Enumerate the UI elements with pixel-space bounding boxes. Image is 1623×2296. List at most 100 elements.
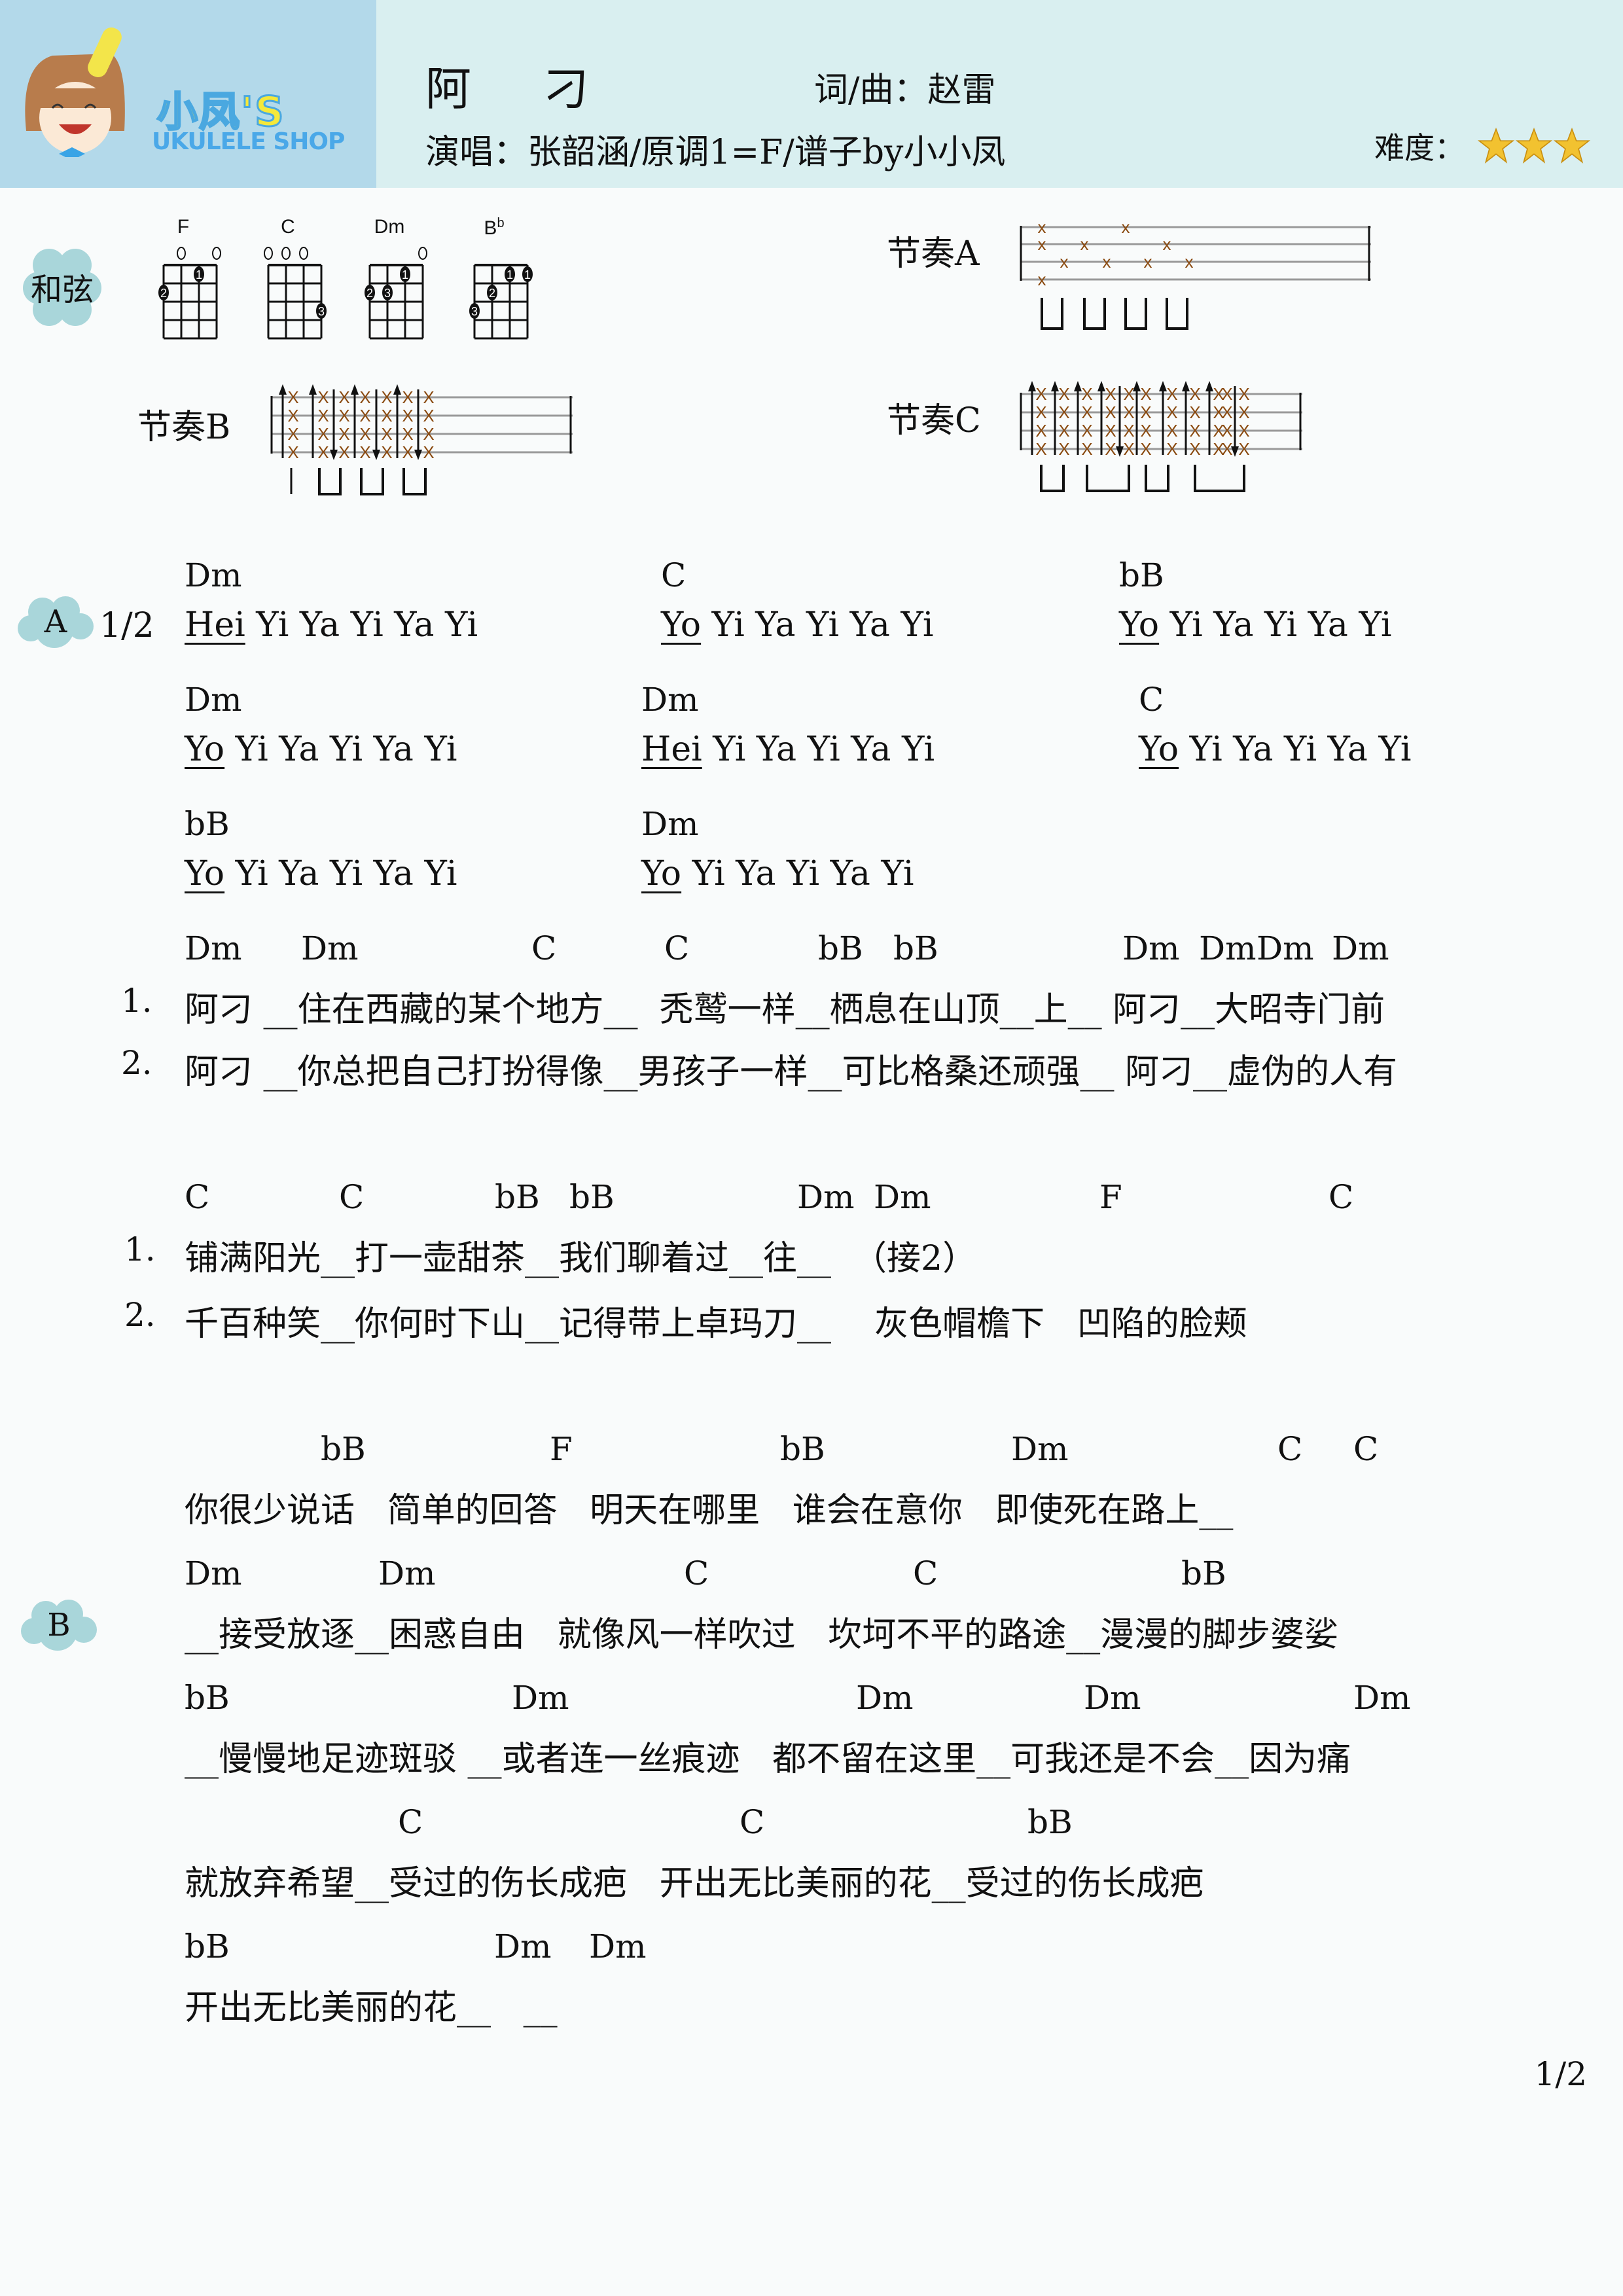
chord-symbol: bB <box>780 1430 825 1468</box>
chord-symbol: Dm <box>1199 929 1257 967</box>
rhythm-c-label: 节奏C <box>887 401 981 440</box>
lyric-underlined: Yo <box>185 854 225 893</box>
svg-text:1: 1 <box>507 268 513 281</box>
chord-symbol: C <box>684 1554 709 1592</box>
svg-text:X: X <box>1123 439 1134 459</box>
chord-name: Bb <box>484 216 505 239</box>
chord-diagram-c: 3 <box>264 247 327 340</box>
verse-number: 1. <box>121 982 152 1020</box>
shop-logo: 小凤'S UKULELE SHOP <box>0 0 376 188</box>
svg-text:X: X <box>1221 384 1232 404</box>
svg-text:X: X <box>1189 421 1200 440</box>
lyric-line: 铺满阳光__打一壶甜茶__我们聊着过__往__ （接2） <box>185 1239 977 1278</box>
svg-text:X: X <box>1238 421 1249 440</box>
svg-text:1: 1 <box>196 268 202 281</box>
svg-text:X: X <box>402 442 413 462</box>
page-number: 1/2 <box>1534 2055 1587 2093</box>
star-icon <box>1554 128 1590 164</box>
svg-text:X: X <box>1221 421 1232 440</box>
svg-text:X: X <box>1123 384 1134 404</box>
svg-text:X: X <box>1189 403 1200 422</box>
chord-symbol: bB <box>1181 1554 1226 1592</box>
svg-text:X: X <box>1105 421 1116 440</box>
svg-text:X: X <box>1105 439 1116 459</box>
svg-text:X: X <box>338 406 349 425</box>
chord-symbol: bB <box>185 805 230 843</box>
chord-symbol: bB <box>185 1928 230 1965</box>
svg-text:x: x <box>1060 252 1069 272</box>
chord-symbol: bB <box>893 929 938 967</box>
chord-name: C <box>281 216 295 238</box>
svg-text:X: X <box>287 442 298 462</box>
svg-text:X: X <box>1238 384 1249 404</box>
chord-symbol: Dm <box>797 1178 855 1216</box>
lyric-text: Yi Ya Yi Ya Yi <box>1179 730 1412 769</box>
svg-text:X: X <box>1140 439 1151 459</box>
svg-text:X: X <box>402 406 413 425</box>
svg-text:1: 1 <box>402 268 408 281</box>
chord-symbol: C <box>398 1803 423 1841</box>
svg-text:x: x <box>1185 252 1194 272</box>
section-a-letter: A <box>44 603 67 640</box>
svg-text:X: X <box>1140 421 1151 440</box>
svg-text:X: X <box>381 387 392 407</box>
chord-symbol: Dm <box>1257 929 1314 967</box>
svg-text:X: X <box>1123 403 1134 422</box>
chord-symbol: Dm <box>1011 1430 1069 1468</box>
svg-text:X: X <box>381 424 392 444</box>
svg-text:X: X <box>287 406 298 425</box>
chord-name: F <box>177 216 190 238</box>
lyric-segment: Yo Yi Ya Yi Ya Yi <box>185 854 457 893</box>
svg-text:X: X <box>381 406 392 425</box>
svg-text:X: X <box>381 442 392 462</box>
chord-name: Dm <box>374 216 405 238</box>
singer-key-info: 演唱：张韶涵/原调1=F/谱子by小小凤 <box>425 133 1006 172</box>
svg-text:3: 3 <box>384 287 391 300</box>
svg-text:X: X <box>359 406 370 425</box>
verse-number: 2. <box>124 1296 156 1334</box>
logo-girl-icon <box>25 27 125 157</box>
difficulty-stars <box>1478 128 1592 164</box>
lyric-line: 阿刁 __住在西藏的某个地方__ 秃鹫一样__栖息在山顶__上__ 阿刁__大昭… <box>185 990 1385 1030</box>
header: 小凤'S UKULELE SHOP 阿刁 词/曲：赵雷 演唱：张韶涵/原调1=F… <box>0 0 1623 188</box>
chords-label-text: 和弦 <box>30 271 94 308</box>
chord-symbol: C <box>740 1803 765 1841</box>
chord-symbol: C <box>1139 681 1164 719</box>
chord-symbol: F <box>550 1430 573 1468</box>
svg-text:X: X <box>1105 384 1116 404</box>
svg-text:X: X <box>402 387 413 407</box>
svg-text:X: X <box>1081 439 1092 459</box>
chord-diagram-f: 12 <box>158 247 221 340</box>
svg-text:2: 2 <box>366 287 373 300</box>
lyric-text: Yi Ya Yi Ya Yi <box>1159 605 1392 645</box>
svg-text:X: X <box>317 387 329 407</box>
lyric-text: Yi Ya Yi Ya Yi <box>224 730 457 769</box>
lyric-segment: Yo Yi Ya Yi Ya Yi <box>1139 730 1412 769</box>
svg-text:2: 2 <box>489 287 495 300</box>
chord-symbol: Dm <box>856 1679 914 1717</box>
section-a-marker: A <box>16 592 95 651</box>
chord-symbol: C <box>531 929 557 967</box>
chord-symbol: Dm <box>641 805 699 843</box>
lyric-text: Yi Ya Yi Ya Yi <box>702 730 935 769</box>
logo-text-en: UKULELE SHOP <box>152 128 345 155</box>
svg-text:1: 1 <box>524 268 531 281</box>
svg-text:X: X <box>1081 384 1092 404</box>
svg-text:X: X <box>1035 403 1046 422</box>
svg-text:x: x <box>1144 252 1152 272</box>
lyric-text: Yi Ya Yi Ya Yi <box>701 605 934 645</box>
svg-text:X: X <box>1081 403 1092 422</box>
lyric-underlined: Yo <box>1139 730 1179 769</box>
svg-text:X: X <box>317 406 329 425</box>
lyric-segment: Yo Yi Ya Yi Ya Yi <box>641 854 914 893</box>
svg-text:2: 2 <box>160 287 167 300</box>
chord-symbol: Dm <box>185 681 242 719</box>
svg-text:X: X <box>423 442 434 462</box>
chord-symbol: Dm <box>185 1554 242 1592</box>
svg-text:X: X <box>1221 403 1232 422</box>
svg-text:x: x <box>1122 217 1130 237</box>
rhythm-c-pattern: XXXXXXXXXXXXXXXXXXXXXXXXXXXXXXXXXXXXXXXX… <box>1020 381 1302 492</box>
svg-text:X: X <box>1166 403 1177 422</box>
svg-text:X: X <box>317 442 329 462</box>
chord-symbol: bB <box>495 1178 540 1216</box>
